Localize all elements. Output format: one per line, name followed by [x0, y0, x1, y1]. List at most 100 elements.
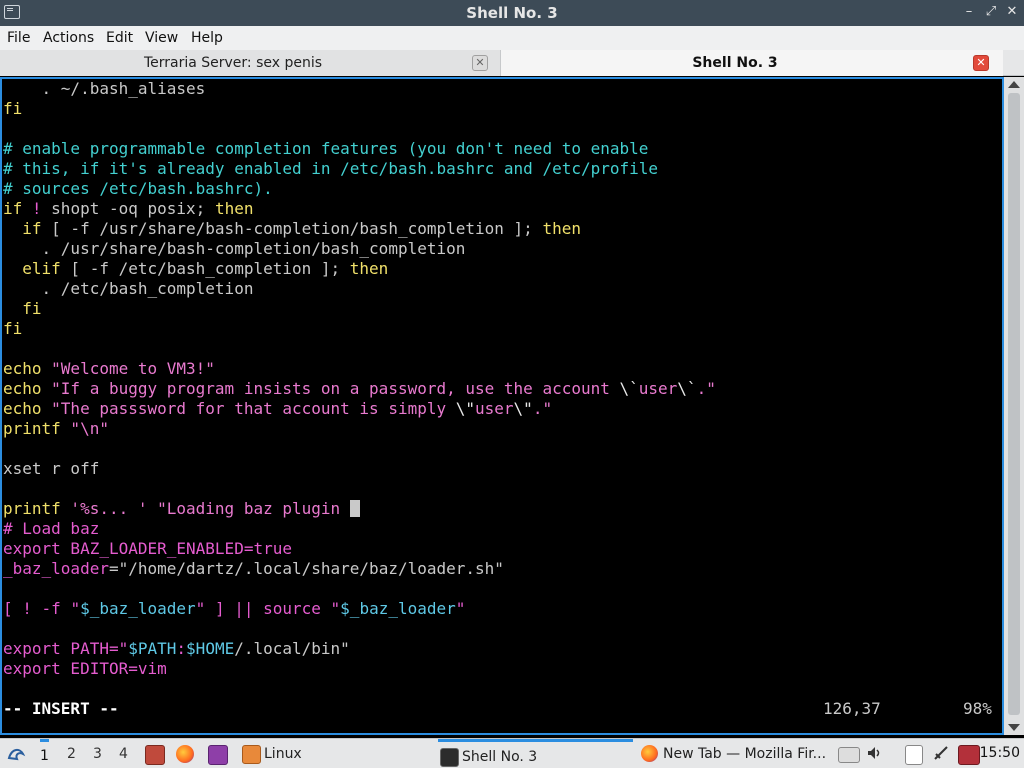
code-token: \" — [455, 399, 476, 418]
code-token: # sources /etc/bash.bashrc). — [3, 179, 273, 198]
code-token: PATH=" — [60, 639, 129, 658]
workspace-4[interactable]: 4 — [119, 746, 128, 762]
minimize-button[interactable]: – — [960, 3, 978, 21]
code-line: echo "Welcome to VM3!" — [3, 359, 716, 379]
menu-actions[interactable]: Actions — [43, 30, 94, 46]
code-line: if ! shopt -oq posix; then — [3, 199, 716, 219]
terminal-launcher-icon[interactable] — [208, 745, 228, 765]
menubar: File Actions Edit View Help — [0, 26, 1024, 50]
close-button[interactable]: ✕ — [1003, 3, 1021, 21]
tab-label: Terraria Server: sex penis — [143, 55, 323, 71]
tab-shell-no-3[interactable]: Shell No. 3 ✕ — [500, 50, 1003, 76]
code-token: ." — [696, 379, 716, 398]
code-token: elif — [3, 259, 61, 278]
volume-icon[interactable] — [866, 744, 884, 762]
code-token: fi — [3, 319, 23, 338]
tab-terraria-server[interactable]: Terraria Server: sex penis ✕ — [0, 50, 500, 76]
editor-buffer[interactable]: . ~/.bash_aliases fi # enable programmable… — [3, 79, 716, 699]
code-token: "\n" — [60, 419, 109, 438]
code-token: EDITOR=vim — [60, 659, 167, 678]
code-line: _baz_loader="/home/dartz/.local/share/ba… — [3, 559, 716, 579]
code-line: export PATH="$PATH:$HOME/.local/bin" — [3, 639, 716, 659]
terminal-view[interactable]: . ~/.bash_aliases fi # enable programmable… — [0, 77, 1004, 735]
code-token: ! — [22, 199, 52, 218]
menu-edit[interactable]: Edit — [106, 30, 133, 46]
code-token: " — [320, 599, 341, 618]
code-token: export — [3, 539, 61, 558]
code-token: ="/home/dartz/.local/share/baz/loader.sh… — [108, 559, 504, 578]
terminal-scrollbar[interactable] — [1004, 77, 1024, 735]
flag-icon[interactable] — [958, 745, 980, 765]
restore-button[interactable]: ⤢ — [982, 3, 1000, 21]
keyboard-icon[interactable] — [838, 747, 860, 763]
task-shell-no-3[interactable]: Shell No. 3 — [438, 739, 633, 768]
cursor-position: 126,37 — [823, 699, 881, 718]
code-token: : — [176, 639, 187, 658]
code-token: export — [3, 659, 61, 678]
app-menu-icon[interactable] — [6, 744, 26, 762]
code-token: $PATH — [128, 639, 177, 658]
task-firefox[interactable]: New Tab — Mozilla Fir... — [639, 739, 834, 768]
code-token: # this, if it's already enabled in /etc/… — [3, 159, 659, 178]
window-titlebar: Shell No. 3 – ⤢ ✕ — [0, 0, 1024, 26]
code-line: . /usr/share/bash-completion/bash_comple… — [3, 239, 716, 259]
scroll-up-arrow-icon[interactable] — [1008, 81, 1020, 88]
terminal-icon — [440, 748, 459, 767]
code-line: . /etc/bash_completion — [3, 279, 716, 299]
workspace-2[interactable]: 2 — [67, 746, 76, 762]
code-token: "The passsword for that account is simpl… — [41, 399, 456, 418]
menu-file[interactable]: File — [7, 30, 30, 46]
code-token: fi — [3, 299, 42, 318]
code-token: echo — [3, 379, 42, 398]
code-line: fi — [3, 299, 716, 319]
firefox-icon — [641, 745, 658, 762]
tab-close-icon[interactable]: ✕ — [472, 55, 488, 71]
code-token: if — [3, 199, 23, 218]
code-line: # this, if it's already enabled in /etc/… — [3, 159, 716, 179]
menu-view[interactable]: View — [145, 30, 178, 46]
clock[interactable]: 15:50 — [980, 745, 1020, 761]
code-token: " ] || — [195, 599, 264, 618]
file-manager-launcher-icon[interactable] — [145, 745, 165, 765]
code-line: export EDITOR=vim — [3, 659, 716, 679]
code-token: then — [349, 259, 389, 278]
code-token: "Welcome to VM3!" — [41, 359, 215, 378]
code-token: " — [455, 599, 466, 618]
vim-mode-indicator: -- INSERT -- — [3, 699, 119, 718]
code-line: echo "If a buggy program insists on a pa… — [3, 379, 716, 399]
workspace-3[interactable]: 3 — [93, 746, 102, 762]
code-token: " — [70, 599, 81, 618]
code-line: elif [ -f /etc/bash_completion ]; then — [3, 259, 716, 279]
scroll-down-arrow-icon[interactable] — [1008, 724, 1020, 731]
code-token: $_baz_loader — [80, 599, 196, 618]
tab-close-icon[interactable]: ✕ — [973, 55, 989, 71]
text-cursor — [349, 500, 360, 517]
code-line: # sources /etc/bash.bashrc). — [3, 179, 716, 199]
folder-icon — [242, 745, 261, 764]
taskbar: 1 2 3 4 Linux Shell No. 3 New Tab — Mozi… — [0, 738, 1024, 768]
task-linux[interactable]: Linux — [240, 739, 435, 768]
code-line: [ ! -f "$_baz_loader" ] || source "$_baz… — [3, 599, 716, 619]
network-disconnected-icon[interactable] — [932, 744, 950, 762]
code-token: $_baz_loader — [340, 599, 456, 618]
clipboard-icon[interactable] — [905, 745, 923, 765]
code-line: if [ -f /usr/share/bash-completion/bash_… — [3, 219, 716, 239]
code-token: . /usr/share/bash-completion/bash_comple… — [3, 239, 466, 258]
scrollbar-thumb[interactable] — [1008, 93, 1020, 715]
code-token: echo — [3, 359, 42, 378]
code-line: # Load baz — [3, 519, 716, 539]
code-token: [ ! -f — [3, 599, 71, 618]
firefox-launcher-icon[interactable] — [176, 745, 194, 763]
code-token: ." — [532, 399, 553, 418]
menu-help[interactable]: Help — [191, 30, 223, 46]
window-title: Shell No. 3 — [466, 4, 558, 22]
code-token: user — [475, 399, 514, 418]
code-line: # enable programmable completion feature… — [3, 139, 716, 159]
code-token: fi — [3, 99, 23, 118]
tab-bar: Terraria Server: sex penis ✕ Shell No. 3… — [0, 50, 1024, 76]
code-token: \` — [619, 379, 639, 398]
workspace-1[interactable]: 1 — [40, 739, 49, 764]
